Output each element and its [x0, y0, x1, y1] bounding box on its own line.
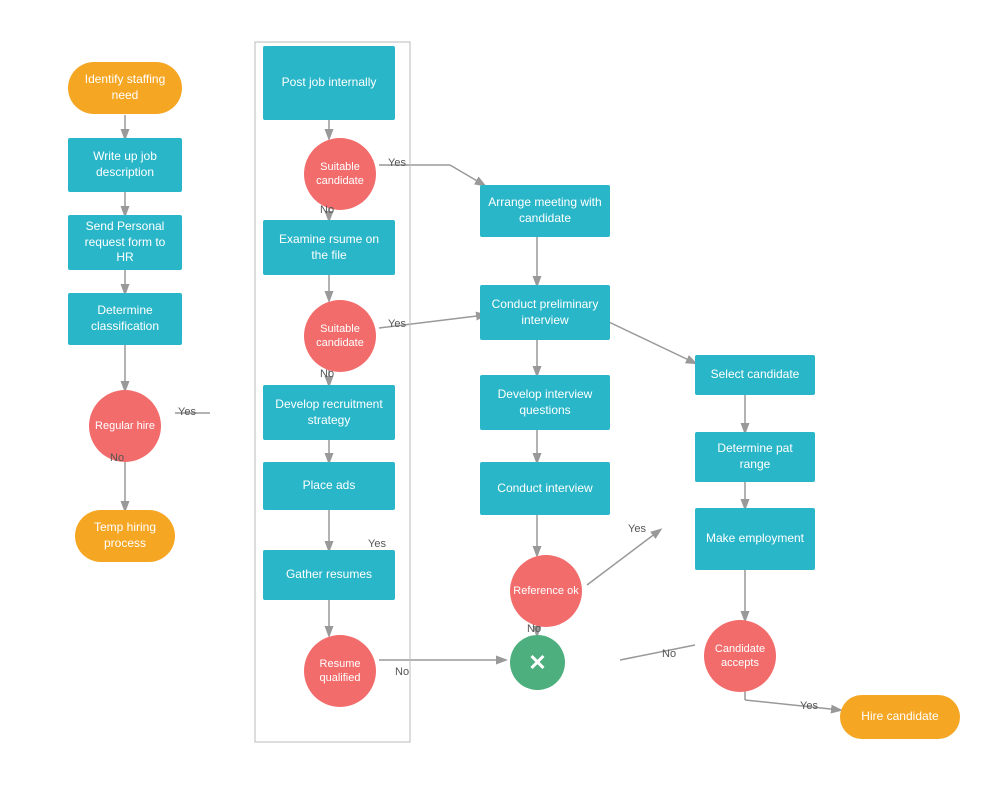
determine-pay-node: Determine pat range — [695, 432, 815, 482]
examine-resume-label: Examine rsume on the file — [271, 232, 387, 263]
regular-hire-node: Regular hire — [89, 390, 161, 462]
identify-staffing-label: Identify staffing need — [78, 72, 172, 103]
send-personal-label: Send Personal request form to HR — [76, 219, 174, 266]
gather-yes-label: Yes — [368, 538, 386, 550]
temp-hiring-label: Temp hiring process — [85, 520, 165, 551]
candidate-accepts-label: Candidate accepts — [704, 642, 776, 671]
resume-qualified-label: Resume qualified — [304, 657, 376, 686]
terminate-node: ✕ — [510, 635, 565, 690]
select-candidate-node: Select candidate — [695, 355, 815, 395]
regular-hire-label: Regular hire — [95, 419, 155, 433]
flowchart: Identify staffing need Write up job desc… — [0, 0, 1000, 793]
arrange-meeting-label: Arrange meeting with candidate — [488, 195, 602, 226]
develop-interview-node: Develop interview questions — [480, 375, 610, 430]
place-ads-label: Place ads — [303, 478, 356, 494]
gather-resumes-node: Gather resumes — [263, 550, 395, 600]
arrange-meeting-node: Arrange meeting with candidate — [480, 185, 610, 237]
reference-no-label: No — [527, 623, 541, 635]
write-job-label: Write up job description — [76, 149, 174, 180]
suitable2-node: Suitable candidate — [304, 300, 376, 372]
make-employment-label: Make employment — [706, 531, 804, 547]
suitable1-no-label: No — [320, 204, 334, 216]
candidate-accepts-node: Candidate accepts — [704, 620, 776, 692]
candidate-accepts-no-label: No — [662, 648, 676, 660]
resume-qualified-no-label: No — [395, 666, 409, 678]
send-personal-node: Send Personal request form to HR — [68, 215, 182, 270]
post-job-node: Post job internally — [263, 46, 395, 120]
suitable2-no-label: No — [320, 368, 334, 380]
conduct-interview-label: Conduct interview — [497, 481, 592, 497]
reference-yes-label: Yes — [628, 523, 646, 535]
conduct-prelim-node: Conduct preliminary interview — [480, 285, 610, 340]
suitable1-node: Suitable candidate — [304, 138, 376, 210]
reference-ok-label: Reference ok — [513, 584, 578, 598]
place-ads-node: Place ads — [263, 462, 395, 510]
select-candidate-label: Select candidate — [711, 367, 800, 383]
make-employment-node: Make employment — [695, 508, 815, 570]
suitable1-label: Suitable candidate — [304, 160, 376, 189]
gather-resumes-label: Gather resumes — [286, 567, 372, 583]
conduct-interview-node: Conduct interview — [480, 462, 610, 515]
suitable2-label: Suitable candidate — [304, 322, 376, 351]
examine-resume-node: Examine rsume on the file — [263, 220, 395, 275]
identify-staffing-node: Identify staffing need — [68, 62, 182, 114]
develop-interview-label: Develop interview questions — [488, 387, 602, 418]
suitable1-yes-label: Yes — [388, 157, 406, 169]
determine-pay-label: Determine pat range — [703, 441, 807, 472]
write-job-node: Write up job description — [68, 138, 182, 192]
determine-class-node: Determine classification — [68, 293, 182, 345]
terminate-label: ✕ — [528, 650, 546, 676]
determine-class-label: Determine classification — [76, 303, 174, 334]
candidate-accepts-yes-label: Yes — [800, 700, 818, 712]
regular-hire-no-label: No — [110, 452, 124, 464]
resume-qualified-node: Resume qualified — [304, 635, 376, 707]
temp-hiring-node: Temp hiring process — [75, 510, 175, 562]
reference-ok-node: Reference ok — [510, 555, 582, 627]
hire-candidate-label: Hire candidate — [861, 709, 938, 725]
hire-candidate-node: Hire candidate — [840, 695, 960, 739]
conduct-prelim-label: Conduct preliminary interview — [488, 297, 602, 328]
suitable2-yes-label: Yes — [388, 318, 406, 330]
develop-recruitment-node: Develop recruitment strategy — [263, 385, 395, 440]
post-job-label: Post job internally — [282, 75, 377, 91]
develop-recruitment-label: Develop recruitment strategy — [271, 397, 387, 428]
regular-hire-yes-label: Yes — [178, 406, 196, 418]
